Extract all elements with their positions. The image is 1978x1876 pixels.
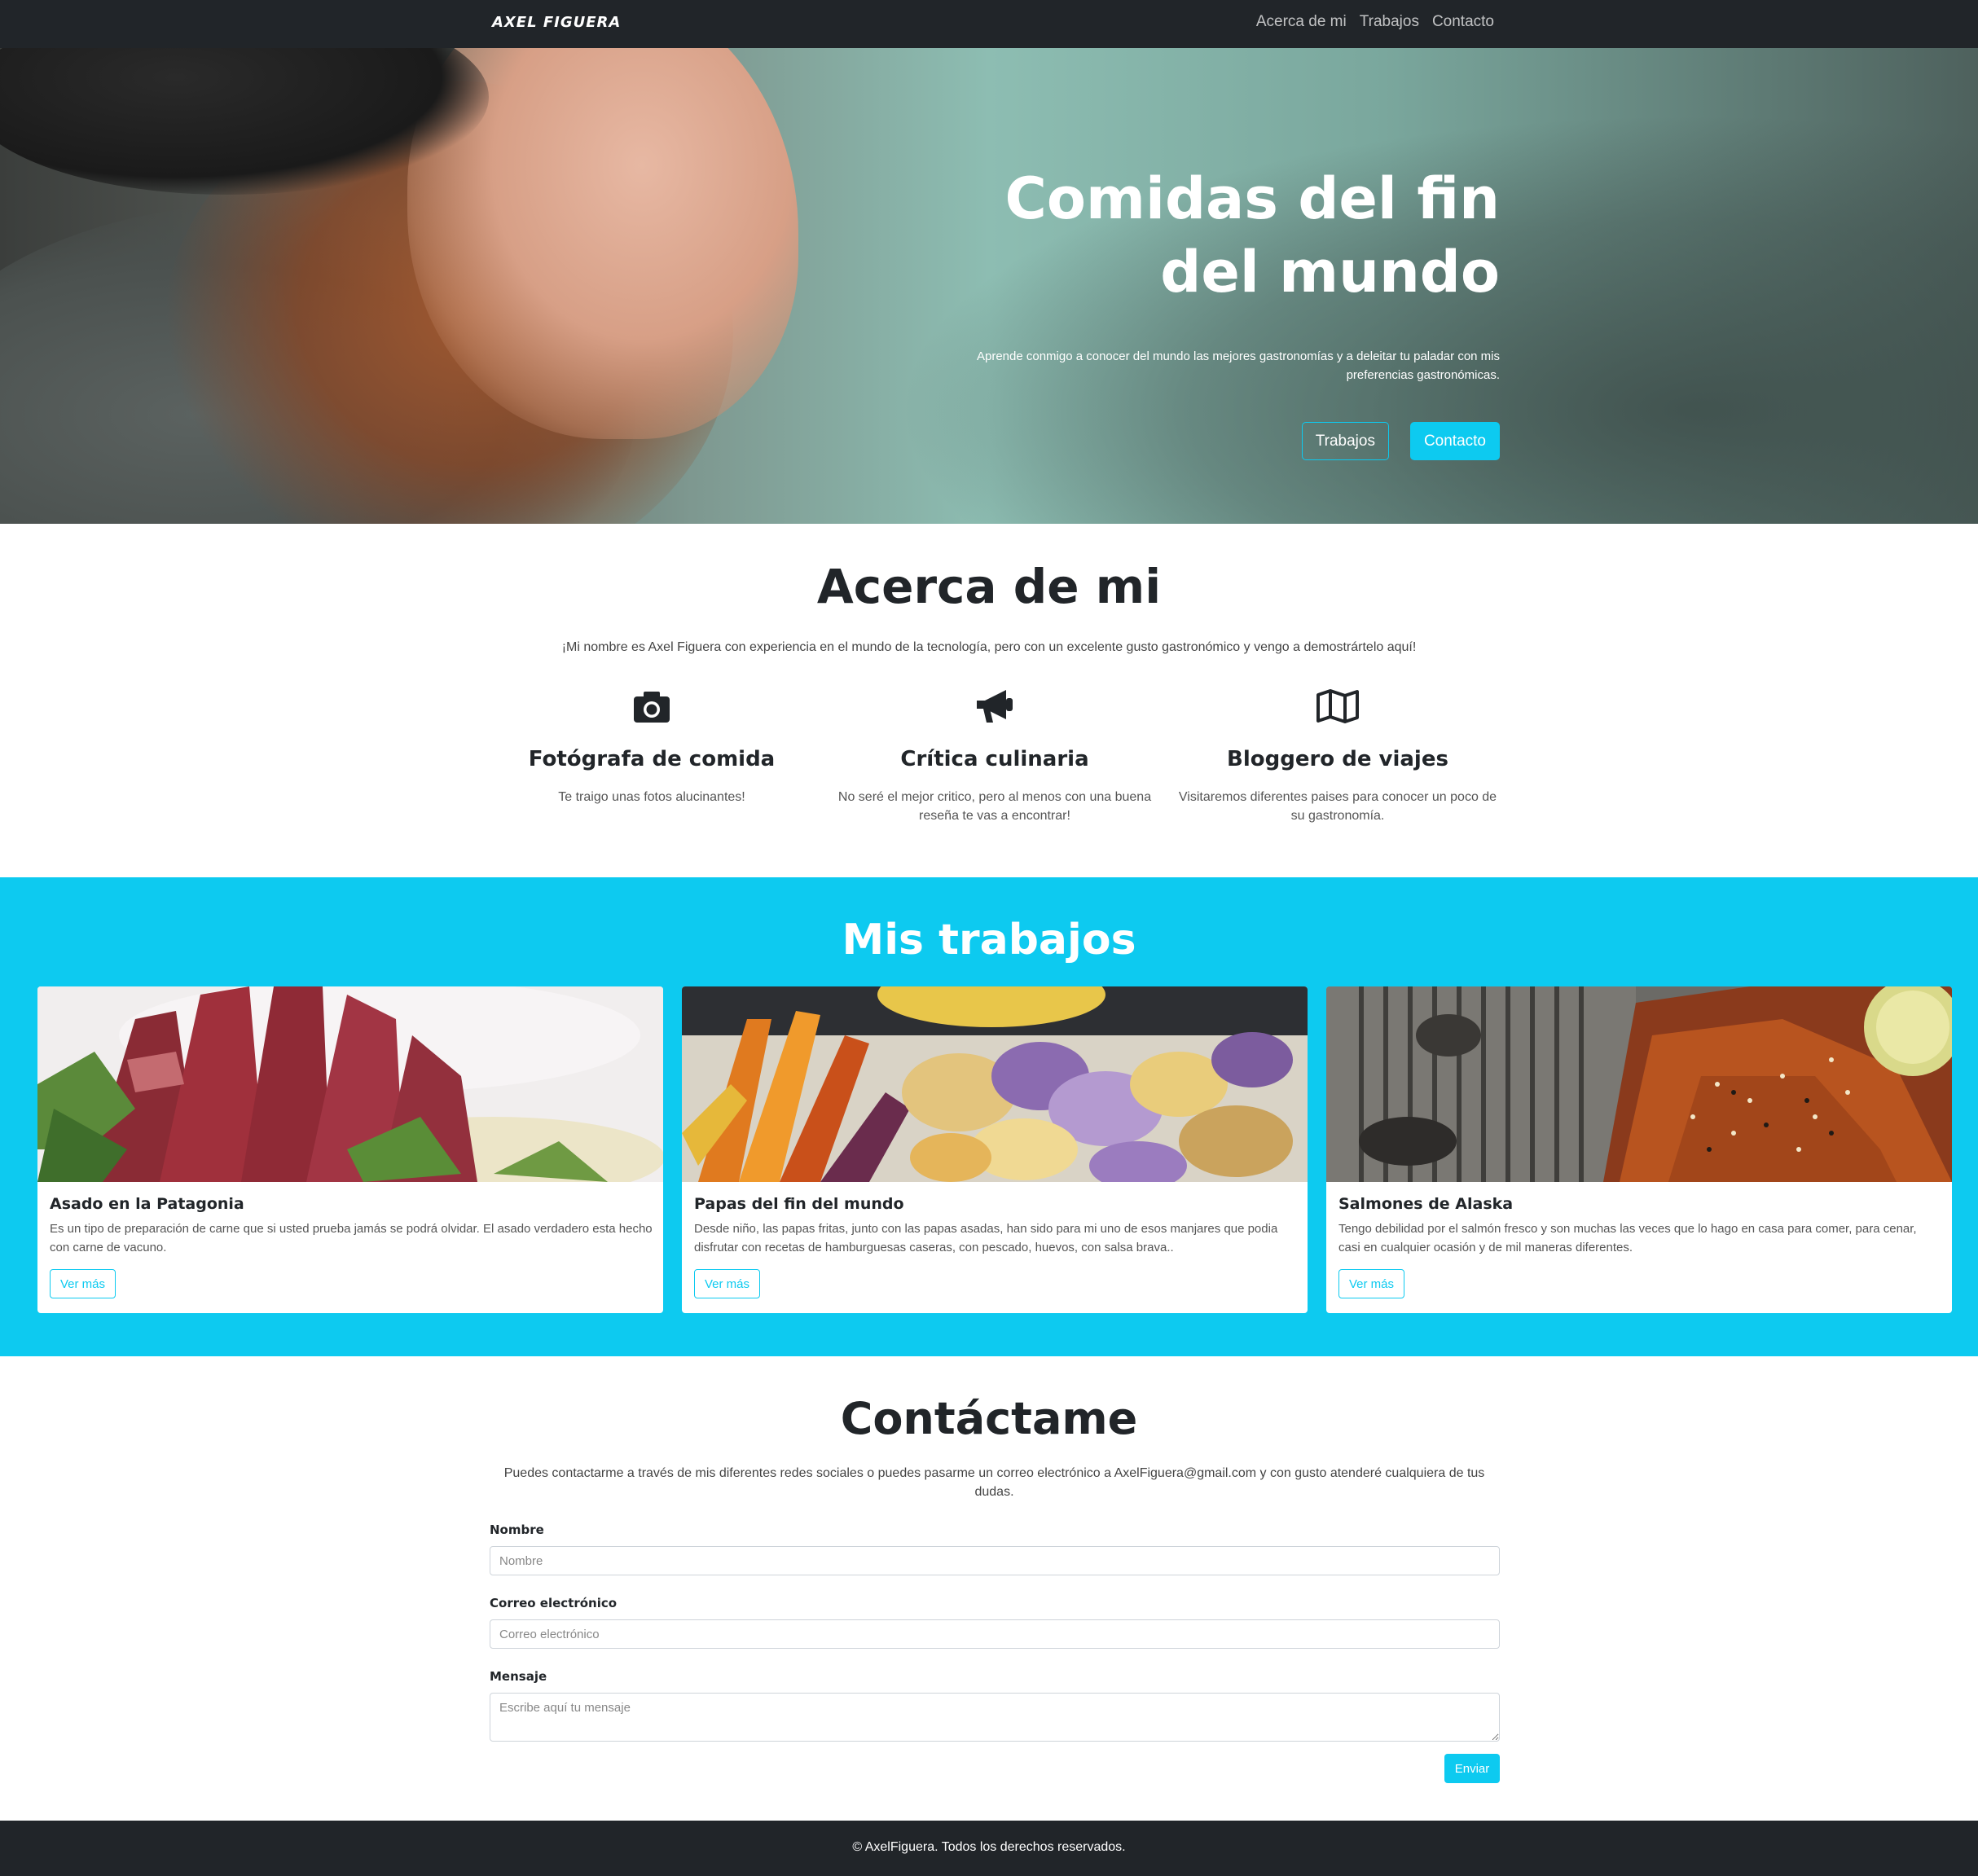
card-image-potatoes	[682, 986, 1308, 1182]
see-more-button[interactable]: Ver más	[1338, 1269, 1405, 1298]
megaphone-icon	[832, 687, 1158, 726]
feature-text: Visitaremos diferentes paises para conoc…	[1178, 790, 1497, 823]
navbar: AXEL FIGUERA Acerca de mi Trabajos Conta…	[0, 0, 1978, 48]
contact-title: Contáctame	[840, 1393, 1138, 1444]
card-text: Desde niño, las papas fritas, junto con …	[694, 1222, 1278, 1254]
feature-food-critic: Crítica culinaria No seré el mejor criti…	[832, 687, 1158, 825]
see-more-button[interactable]: Ver más	[50, 1269, 116, 1298]
email-input[interactable]	[490, 1619, 1500, 1649]
map-icon	[1175, 687, 1501, 726]
hero-title: Comidas del fin del mundo	[1004, 165, 1500, 305]
card-title: Asado en la Patagonia	[50, 1195, 244, 1213]
camera-icon	[489, 687, 815, 726]
send-button[interactable]: Enviar	[1444, 1754, 1500, 1783]
contact-text: Puedes contactarme a través de mis difer…	[503, 1466, 1485, 1499]
nav-link-about[interactable]: Acerca de mi	[1256, 13, 1347, 31]
hero-subtitle: Aprende conmigo a conocer del mundo las …	[976, 349, 1500, 382]
feature-food-photography: Fotógrafa de comida Te traigo unas fotos…	[489, 687, 815, 806]
card-title: Salmones de Alaska	[1338, 1195, 1514, 1213]
footer-text: © AxelFiguera. Todos los derechos reserv…	[852, 1840, 1126, 1854]
card-text: Es un tipo de preparación de carne que s…	[50, 1222, 653, 1254]
name-label: Nombre	[490, 1522, 544, 1537]
email-label: Correo electrónico	[490, 1596, 618, 1610]
card-text: Tengo debilidad por el salmón fresco y s…	[1338, 1222, 1917, 1254]
feature-text: Te traigo unas fotos alucinantes!	[558, 790, 745, 804]
works-title: Mis trabajos	[842, 916, 1136, 964]
card-image-steak	[37, 986, 663, 1182]
footer: © AxelFiguera. Todos los derechos reserv…	[0, 1821, 1978, 1876]
feature-title: Crítica culinaria	[900, 747, 1089, 771]
about-text: ¡Mi nombre es Axel Figuera con experienc…	[561, 640, 1417, 654]
feature-title: Fotógrafa de comida	[528, 747, 776, 771]
nav-link-contact[interactable]: Contacto	[1432, 13, 1494, 31]
about-title: Acerca de mi	[816, 559, 1162, 614]
hero-contact-button[interactable]: Contacto	[1409, 422, 1500, 460]
feature-text: No seré el mejor critico, pero al menos …	[837, 790, 1152, 823]
see-more-button[interactable]: Ver más	[694, 1269, 761, 1298]
feature-travel-blogger: Bloggero de viajes Visitaremos diferente…	[1175, 687, 1501, 825]
work-card: Salmones de Alaska Tengo debilidad por e…	[1326, 986, 1952, 1313]
works-section: Mis trabajos Asado en la Patagonia Es un…	[0, 877, 1978, 1356]
brand-logo[interactable]: AXEL FIGUERA	[492, 14, 621, 31]
hero-buttons: Trabajos Contacto	[1301, 422, 1500, 460]
nav-link-works[interactable]: Trabajos	[1360, 13, 1419, 31]
card-image-salmon	[1326, 986, 1952, 1182]
hero-section: Comidas del fin del mundo Aprende conmig…	[0, 48, 1978, 524]
nav-links: Acerca de mi Trabajos Contacto	[1256, 13, 1494, 31]
message-textarea[interactable]	[490, 1693, 1500, 1742]
work-card: Papas del fin del mundo Desde niño, las …	[682, 986, 1308, 1313]
work-card: Asado en la Patagonia Es un tipo de prep…	[37, 986, 663, 1313]
card-title: Papas del fin del mundo	[694, 1195, 904, 1213]
feature-title: Bloggero de viajes	[1227, 747, 1448, 771]
name-input[interactable]	[490, 1546, 1500, 1575]
message-label: Mensaje	[490, 1669, 547, 1684]
hero-works-button[interactable]: Trabajos	[1301, 422, 1389, 460]
